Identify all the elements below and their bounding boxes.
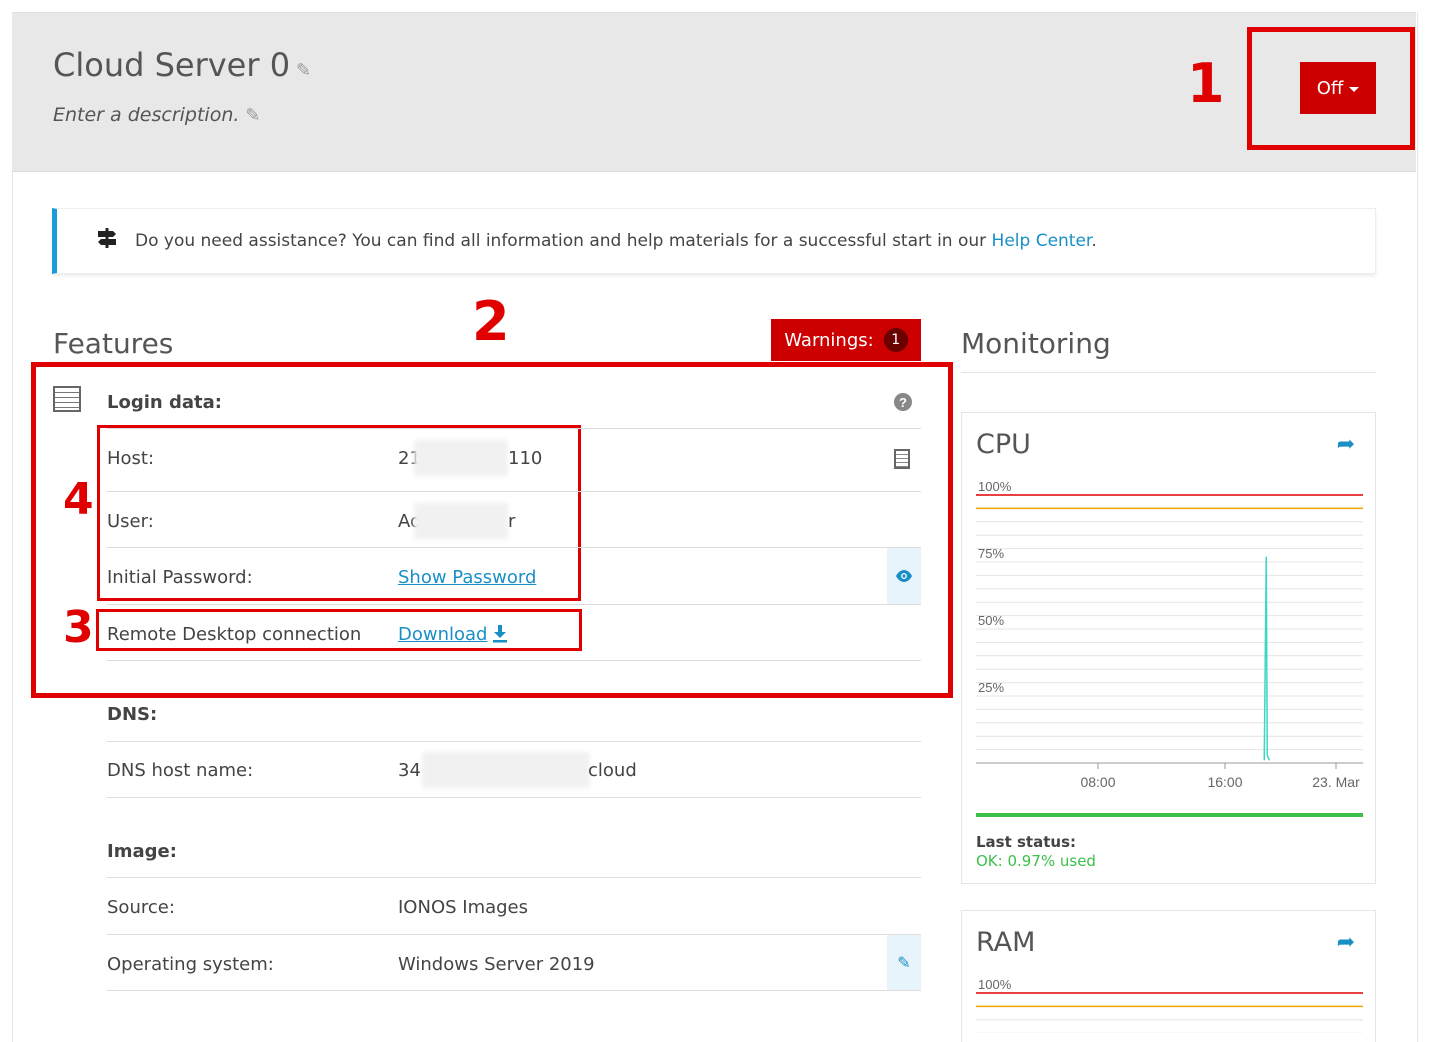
divider [107, 660, 921, 661]
page-title[interactable]: Cloud Server 0 ✎ [53, 46, 311, 84]
divider [107, 491, 921, 492]
cpu-series-line [1263, 556, 1270, 761]
dns-host-label: DNS host name: [107, 760, 254, 781]
cpu-title: CPU [976, 429, 1031, 460]
user-value-suffix: r [508, 511, 516, 532]
os-label: Operating system: [107, 954, 274, 975]
divider [107, 797, 921, 798]
annotation-number-2: 2 [472, 290, 510, 353]
image-heading: Image: [107, 841, 177, 862]
login-data-heading: Login data: [107, 392, 222, 413]
x-tick-label: 08:00 [1080, 774, 1115, 790]
help-banner: Do you need assistance? You can find all… [52, 208, 1376, 274]
eye-icon[interactable] [887, 548, 921, 604]
x-tick-label: 16:00 [1207, 774, 1242, 790]
help-center-link[interactable]: Help Center [992, 231, 1092, 251]
cpu-chart: 100% 75% 50% 25% 08:00 16:00 23. Mar [976, 479, 1363, 790]
dns-host-suffix: cloud [588, 760, 637, 781]
status-value: OK: 0.97% used [976, 852, 1096, 870]
show-password-link[interactable]: Show Password [398, 567, 536, 588]
y-tick-label: 75% [978, 546, 1004, 561]
source-value: IONOS Images [398, 897, 529, 918]
divider [107, 428, 921, 429]
help-question-icon[interactable]: ? [894, 393, 912, 411]
status-bar [976, 813, 1363, 817]
os-value: Windows Server 2019 [398, 954, 595, 975]
dns-heading: DNS: [107, 704, 158, 725]
share-arrow-icon[interactable]: ➦ [1337, 929, 1355, 955]
annotation-number-3: 3 [63, 602, 94, 653]
help-text: Do you need assistance? You can find all… [135, 231, 1097, 251]
host-value-suffix: 110 [508, 448, 543, 469]
user-label: User: [107, 511, 154, 532]
server-description[interactable]: Enter a description. ✎ [53, 104, 261, 126]
divider [107, 934, 921, 935]
redacted-blur [414, 440, 508, 476]
warnings-count: 1 [883, 328, 908, 352]
share-arrow-icon[interactable]: ➦ [1337, 431, 1355, 457]
redacted-blur [422, 752, 590, 788]
edit-pencil-icon[interactable]: ✎ [296, 60, 311, 81]
divider [107, 547, 921, 548]
ram-card: RAM ➦ 100% [961, 910, 1376, 1042]
divider [107, 604, 921, 605]
status-label: Last status: [976, 833, 1076, 851]
signpost-icon [95, 226, 119, 257]
y-tick-label: 25% [978, 680, 1004, 695]
annotation-number-4: 4 [63, 474, 94, 525]
divider [107, 990, 921, 991]
host-label: Host: [107, 448, 155, 469]
y-tick-label: 100% [978, 977, 1012, 992]
divider [107, 877, 921, 878]
annotation-number-1: 1 [1187, 52, 1225, 115]
edit-pencil-icon[interactable]: ✎ [245, 105, 260, 126]
rdp-download-link[interactable]: Download [398, 624, 487, 645]
rdp-label: Remote Desktop connection [107, 624, 362, 645]
warnings-badge[interactable]: Warnings: 1 [771, 319, 921, 361]
divider [107, 741, 921, 742]
dns-host-prefix: 34 [398, 760, 421, 781]
download-icon[interactable] [492, 625, 508, 648]
ram-title: RAM [976, 927, 1036, 958]
server-icon [53, 386, 81, 412]
annotation-box-1 [1247, 27, 1415, 150]
redacted-blur [414, 503, 508, 539]
password-label: Initial Password: [107, 567, 253, 588]
cpu-card: CPU ➦ 100% 75% 50% 25% 08:00 16:00 23. Mar Las… [961, 412, 1376, 884]
edit-pencil-icon[interactable]: ✎ [887, 935, 921, 990]
source-label: Source: [107, 897, 175, 918]
monitoring-heading: Monitoring [961, 327, 1111, 360]
ram-chart: 100% [976, 977, 1363, 1033]
divider [961, 372, 1376, 373]
features-heading: Features [53, 327, 174, 360]
y-tick-label: 100% [978, 479, 1012, 494]
y-tick-label: 50% [978, 613, 1004, 628]
copy-icon[interactable] [894, 449, 910, 469]
x-tick-label: 23. Mar [1312, 774, 1360, 790]
